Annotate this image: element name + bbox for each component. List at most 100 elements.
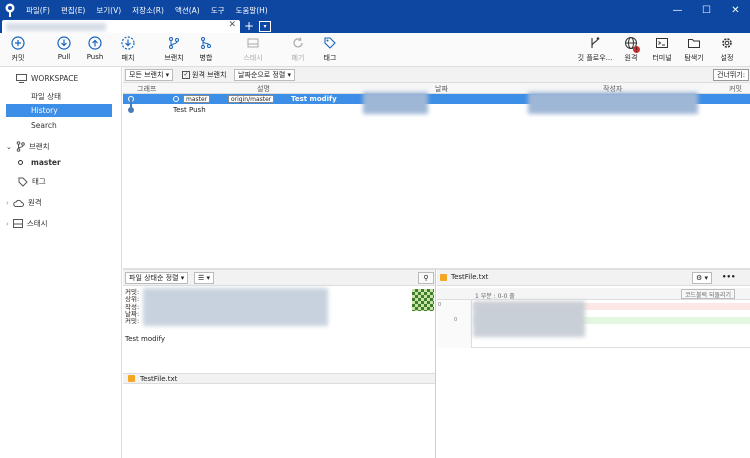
modified-file-icon <box>128 375 135 382</box>
chevron-right-icon: › <box>6 198 9 207</box>
merge-button[interactable]: 병합 <box>188 36 224 63</box>
branch-ref-badge: master <box>183 95 211 103</box>
sidebar-item-file-status[interactable]: 파일 상태 <box>6 90 112 103</box>
maximize-button[interactable]: ☐ <box>692 0 721 20</box>
tags-label: 태그 <box>32 177 46 186</box>
terminal-icon <box>656 38 668 48</box>
window-controls: — ☐ ✕ <box>663 0 750 20</box>
merge-label: 병합 <box>199 54 213 62</box>
diff-content: 0 0 <box>437 300 750 348</box>
cloud-icon <box>13 199 24 207</box>
more-options-icon[interactable]: ••• <box>722 273 735 281</box>
git-flow-button[interactable]: 깃 플로우... <box>577 36 613 63</box>
remotes-header[interactable]: › 원격 <box>6 197 42 208</box>
diff-pane: TestFile.txt ⚙ ▾ ••• 1 부분 : 0-0 줄 코드블럭 되… <box>437 270 750 458</box>
author-avatar <box>412 289 434 311</box>
terminal-label: 터미널 <box>652 54 672 62</box>
column-date[interactable]: 날짜 <box>435 84 448 94</box>
title-bar: 파일(F) 편집(E) 보기(V) 저장소(R) 액션(A) 도구 도움말(H)… <box>0 0 750 20</box>
minimize-button[interactable]: — <box>663 0 692 20</box>
stash-button[interactable]: 스태시 <box>235 36 271 63</box>
view-mode-dropdown[interactable]: ☰ ▾ <box>194 272 215 284</box>
arrow-down-circle-icon <box>57 36 71 50</box>
sort-order-dropdown[interactable]: 날짜순으로 정렬 ▾ <box>234 69 296 81</box>
add-tab-button[interactable]: + <box>244 19 254 33</box>
repo-tab[interactable]: ✕ <box>2 20 240 33</box>
menu-repository[interactable]: 저장소(R) <box>132 5 164 16</box>
branch-label: 브랜치 <box>164 54 184 62</box>
commit-row[interactable]: Test Push <box>123 100 750 115</box>
branch-filter-dropdown[interactable]: 모든 브랜치 ▾ <box>125 69 174 81</box>
explorer-button[interactable]: 탐색기 <box>676 36 712 63</box>
diff-options-gear-icon[interactable]: ⚙ ▾ <box>692 272 713 284</box>
explorer-label: 탐색기 <box>684 54 704 62</box>
menu-tools[interactable]: 도구 <box>211 5 225 16</box>
chevron-right-icon: › <box>6 219 9 228</box>
menu-file[interactable]: 파일(F) <box>26 5 50 16</box>
settings-button[interactable]: 설정 <box>709 36 745 63</box>
remotes-label: 원격 <box>27 198 42 207</box>
changed-file-item[interactable]: TestFile.txt <box>123 373 435 384</box>
jump-to-button[interactable]: 건너뛰기: <box>713 69 750 81</box>
sidebar-item-history[interactable]: History <box>6 104 112 117</box>
stashes-label: 스태시 <box>26 219 48 228</box>
redacted-tab-title <box>6 23 106 31</box>
remote-ref-badge: origin/master <box>228 95 275 103</box>
diff-toolbar: TestFile.txt ⚙ ▾ ••• <box>437 270 750 286</box>
close-button[interactable]: ✕ <box>721 0 750 20</box>
discard-label: 폐기 <box>291 54 305 62</box>
workspace-label: WORKSPACE <box>31 74 79 83</box>
menu-edit[interactable]: 편집(E) <box>61 5 85 16</box>
column-description[interactable]: 설명 <box>257 84 270 94</box>
menu-view[interactable]: 보기(V) <box>96 5 121 16</box>
show-remote-checkbox[interactable]: ✓ 원격 브랜치 <box>182 70 226 80</box>
chevron-down-icon: ⌄ <box>6 142 12 151</box>
new-line-number: 0 <box>454 317 458 323</box>
pull-label: Pull <box>57 53 71 61</box>
remote-warning-badge: ! <box>633 46 640 54</box>
revert-hunk-button[interactable]: 코드블럭 되돌리기 <box>681 289 736 299</box>
redacted-diff-text <box>473 301 585 337</box>
graph-node-icon <box>128 107 134 113</box>
push-button[interactable]: Push <box>77 36 113 61</box>
details-toolbar: 파일 상태순 정렬 ▾ ☰ ▾ ⚲ <box>123 270 435 286</box>
gear-icon <box>722 38 732 48</box>
search-icon[interactable]: ⚲ <box>418 272 434 284</box>
stashes-header[interactable]: › 스태시 <box>6 218 48 229</box>
tab-bar: ✕ + ▾ <box>0 19 750 33</box>
folder-icon <box>688 39 700 48</box>
commit-row[interactable]: master origin/master Test modify <box>123 92 750 114</box>
menu-help[interactable]: 도움말(H) <box>236 5 268 16</box>
menu-actions[interactable]: 액션(A) <box>175 5 200 16</box>
column-commit[interactable]: 커밋 <box>729 84 742 94</box>
redacted-metadata <box>143 288 328 326</box>
tab-close-icon[interactable]: ✕ <box>228 20 236 30</box>
remote-label: 원격 <box>624 54 638 62</box>
old-line-number: 0 <box>438 302 442 308</box>
tags-header[interactable]: 태그 <box>18 176 46 187</box>
head-indicator-icon <box>173 96 179 102</box>
file-sort-dropdown[interactable]: 파일 상태순 정렬 ▾ <box>125 272 189 284</box>
terminal-button[interactable]: 터미널 <box>644 36 680 63</box>
toolbar: 커밋 Pull Push 패치 브랜치 병합 스태시 폐기 태그 깃 플로우..… <box>0 33 750 67</box>
settings-label: 설정 <box>720 54 734 62</box>
commit-metadata: 커밋: 상위: 작성: 날짜: 커밋: <box>125 288 139 325</box>
git-flow-icon <box>591 37 600 48</box>
commit-full-message: Test modify <box>125 335 165 343</box>
menu-bar: 파일(F) 편집(E) 보기(V) 저장소(R) 액션(A) 도구 도움말(H) <box>26 5 268 16</box>
sidebar-branch-master[interactable]: master <box>18 158 61 167</box>
fetch-button[interactable]: 패치 <box>110 36 146 63</box>
discard-button[interactable]: 폐기 <box>280 36 316 63</box>
branches-header[interactable]: ⌄ 브랜치 <box>6 141 50 152</box>
column-graph[interactable]: 그래프 <box>137 84 156 94</box>
commit-message: Test modify <box>291 95 337 103</box>
fetch-icon <box>121 36 135 50</box>
sidebar: WORKSPACE 파일 상태 History Search ⌄ 브랜치 mas… <box>0 67 122 458</box>
commit-button[interactable]: 커밋 <box>0 36 36 63</box>
sidebar-item-search[interactable]: Search <box>6 119 112 132</box>
tab-list-button[interactable]: ▾ <box>259 21 271 32</box>
tag-button[interactable]: 태그 <box>312 36 348 63</box>
diff-hunk-header: 1 부분 : 0-0 줄 코드블럭 되돌리기 <box>437 288 750 300</box>
branches-label: 브랜치 <box>28 142 50 151</box>
branch-button[interactable]: 브랜치 <box>156 36 192 63</box>
